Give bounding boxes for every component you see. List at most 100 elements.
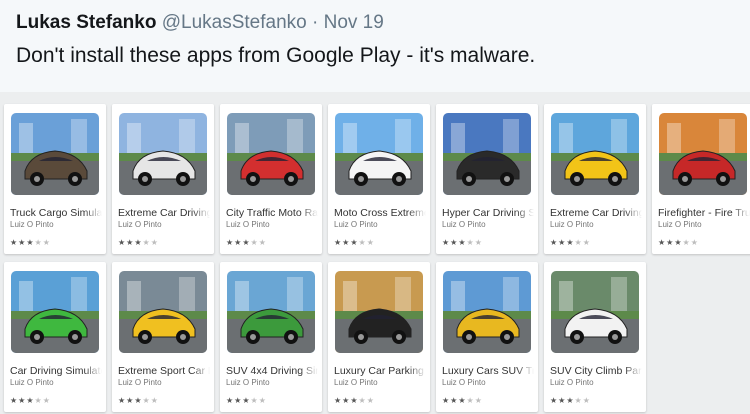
app-developer[interactable]: Luiz O Pinto	[10, 378, 54, 388]
app-title[interactable]: Extreme Car Driving	[118, 206, 210, 220]
app-card[interactable]: Hyper Car Driving SimulatorLuiz O Pinto ★…	[436, 104, 538, 254]
star-icon: ★	[550, 238, 559, 247]
app-developer[interactable]: Luiz O Pinto	[550, 220, 594, 230]
star-icon: ★	[42, 238, 51, 247]
star-icon: ★	[250, 238, 259, 247]
star-icon: ★	[134, 238, 143, 247]
star-icon: ★	[334, 396, 343, 405]
app-title[interactable]: SUV City Climb Parking	[550, 364, 642, 378]
app-developer[interactable]: Luiz O Pinto	[118, 220, 162, 230]
app-card[interactable]: Luxury Car Parking Luiz O Pinto ★★★★★	[328, 262, 430, 412]
white-suv-icon[interactable]	[551, 271, 639, 353]
author-handle[interactable]: @LukasStefanko	[162, 12, 307, 33]
app-card[interactable]: Extreme Car Driving RacingLuiz O Pinto★★…	[544, 104, 646, 254]
star-icon: ★	[26, 238, 35, 247]
app-developer[interactable]: Luiz O Pinto	[658, 220, 702, 230]
star-icon: ★	[26, 396, 35, 405]
star-rating: ★★★★★	[334, 238, 375, 248]
app-card[interactable]: SUV 4x4 Driving SimulatorLuiz O Pinto ★★★…	[220, 262, 322, 412]
app-developer[interactable]: Luiz O Pinto	[226, 378, 270, 388]
star-rating: ★★★★★	[550, 396, 591, 406]
app-developer[interactable]: Luiz O Pinto	[118, 378, 162, 388]
star-rating: ★★★★★	[118, 396, 159, 406]
green-sportscar-icon[interactable]	[11, 271, 99, 353]
app-title[interactable]: Luxury Car Parking	[334, 364, 426, 378]
app-developer[interactable]: Luiz O Pinto	[334, 220, 378, 230]
star-rating: ★★★★★	[10, 238, 51, 248]
star-icon: ★	[142, 238, 151, 247]
tweet-author-line: Lukas Stefanko @LukasStefanko · Nov 19	[16, 11, 384, 35]
fire-truck-icon[interactable]	[659, 113, 747, 195]
star-rating: ★★★★★	[442, 396, 483, 406]
star-icon: ★	[150, 238, 159, 247]
app-developer[interactable]: Luiz O Pinto	[442, 220, 486, 230]
star-rating: ★★★★★	[550, 238, 591, 248]
app-developer[interactable]: Luiz O Pinto	[334, 378, 378, 388]
app-title[interactable]: Hyper Car Driving Simulator	[442, 206, 534, 220]
app-card[interactable]: Luxury Cars SUV TrafficLuiz O Pinto ★★★★★	[436, 262, 538, 412]
luxury-suv-icon[interactable]	[443, 271, 531, 353]
app-title[interactable]: Truck Cargo Simulator	[10, 206, 102, 220]
separator-dot: ·	[312, 12, 319, 33]
motocross-icon[interactable]	[335, 113, 423, 195]
app-card[interactable]: Car Driving Simulator Luiz O Pinto ★★★★★	[4, 262, 106, 412]
star-icon: ★	[258, 396, 267, 405]
yellow-sportscar-icon[interactable]	[551, 113, 639, 195]
star-icon: ★	[442, 396, 451, 405]
star-icon: ★	[474, 238, 483, 247]
star-icon: ★	[682, 238, 691, 247]
star-rating: ★★★★★	[226, 396, 267, 406]
green-jeep-icon[interactable]	[227, 271, 315, 353]
star-icon: ★	[358, 238, 367, 247]
author-name[interactable]: Lukas Stefanko	[16, 12, 156, 33]
star-icon: ★	[474, 396, 483, 405]
star-icon: ★	[34, 396, 43, 405]
star-icon: ★	[334, 238, 343, 247]
star-icon: ★	[458, 238, 467, 247]
star-rating: ★★★★★	[226, 238, 267, 248]
app-title[interactable]: Car Driving Simulator	[10, 364, 102, 378]
white-supercar-icon[interactable]	[119, 113, 207, 195]
star-icon: ★	[150, 396, 159, 405]
app-title[interactable]: City Traffic Moto Racing	[226, 206, 318, 220]
tweet-date[interactable]: Nov 19	[324, 12, 384, 33]
star-icon: ★	[142, 396, 151, 405]
star-icon: ★	[366, 396, 375, 405]
app-title[interactable]: Moto Cross Extreme	[334, 206, 426, 220]
app-card[interactable]: Truck Cargo SimulatorLuiz O Pinto ★★★★★	[4, 104, 106, 254]
star-icon: ★	[42, 396, 51, 405]
app-developer[interactable]: Luiz O Pinto	[442, 378, 486, 388]
app-title[interactable]: Firefighter - Fire Truck	[658, 206, 750, 220]
tweet-header: Lukas Stefanko @LukasStefanko · Nov 19 D…	[0, 0, 750, 92]
motorbike-icon[interactable]	[227, 113, 315, 195]
star-icon: ★	[226, 238, 235, 247]
app-card[interactable]: City Traffic Moto RacingLuiz O Pinto★★★★…	[220, 104, 322, 254]
app-card[interactable]: Moto Cross Extreme Luiz O Pinto ★★★★★	[328, 104, 430, 254]
truck-cargo-icon[interactable]	[11, 113, 99, 195]
star-icon: ★	[466, 396, 475, 405]
app-title[interactable]: Luxury Cars SUV Traffic	[442, 364, 534, 378]
star-icon: ★	[350, 396, 359, 405]
star-icon: ★	[574, 238, 583, 247]
app-card[interactable]: Firefighter - Fire TruckLuiz O Pinto★★★★…	[652, 104, 750, 254]
app-developer[interactable]: Luiz O Pinto	[550, 378, 594, 388]
black-luxury-car-icon[interactable]	[335, 271, 423, 353]
star-icon: ★	[10, 396, 19, 405]
app-card[interactable]: SUV City Climb ParkingLuiz O Pinto ★★★★★	[544, 262, 646, 412]
app-title[interactable]: SUV 4x4 Driving Simulator	[226, 364, 318, 378]
star-icon: ★	[566, 238, 575, 247]
star-icon: ★	[690, 238, 699, 247]
star-icon: ★	[134, 396, 143, 405]
app-title[interactable]: Extreme Sport Car Driving	[118, 364, 210, 378]
yellow-lambo-icon[interactable]	[119, 271, 207, 353]
app-developer[interactable]: Luiz O Pinto	[10, 220, 54, 230]
app-title[interactable]: Extreme Car Driving Racing	[550, 206, 642, 220]
hypercar-icon[interactable]	[443, 113, 531, 195]
app-card[interactable]: Extreme Car Driving Luiz O Pinto ★★★★★	[112, 104, 214, 254]
star-icon: ★	[242, 238, 251, 247]
app-developer[interactable]: Luiz O Pinto	[226, 220, 270, 230]
app-card[interactable]: Extreme Sport Car DrivingLuiz O Pinto★★★…	[112, 262, 214, 412]
star-icon: ★	[350, 238, 359, 247]
star-rating: ★★★★★	[442, 238, 483, 248]
star-icon: ★	[674, 238, 683, 247]
